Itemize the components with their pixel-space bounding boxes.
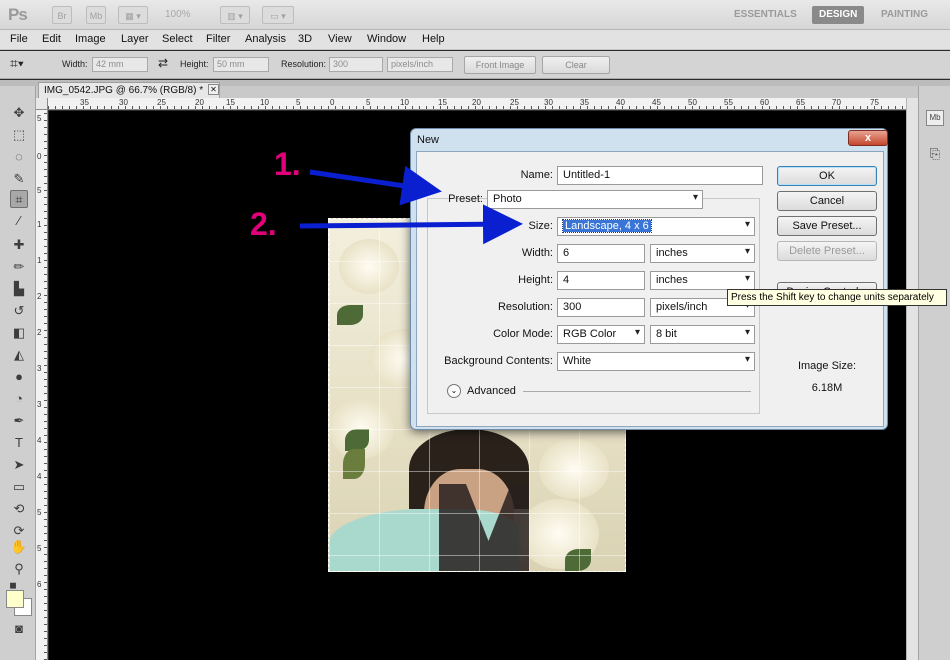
annotation-arrows <box>299 165 523 245</box>
step-1-annotation: 1. <box>274 146 301 182</box>
arrow-to-preset <box>309 165 442 206</box>
step-2-annotation: 2. <box>250 206 277 242</box>
arrow-to-size <box>299 204 523 245</box>
